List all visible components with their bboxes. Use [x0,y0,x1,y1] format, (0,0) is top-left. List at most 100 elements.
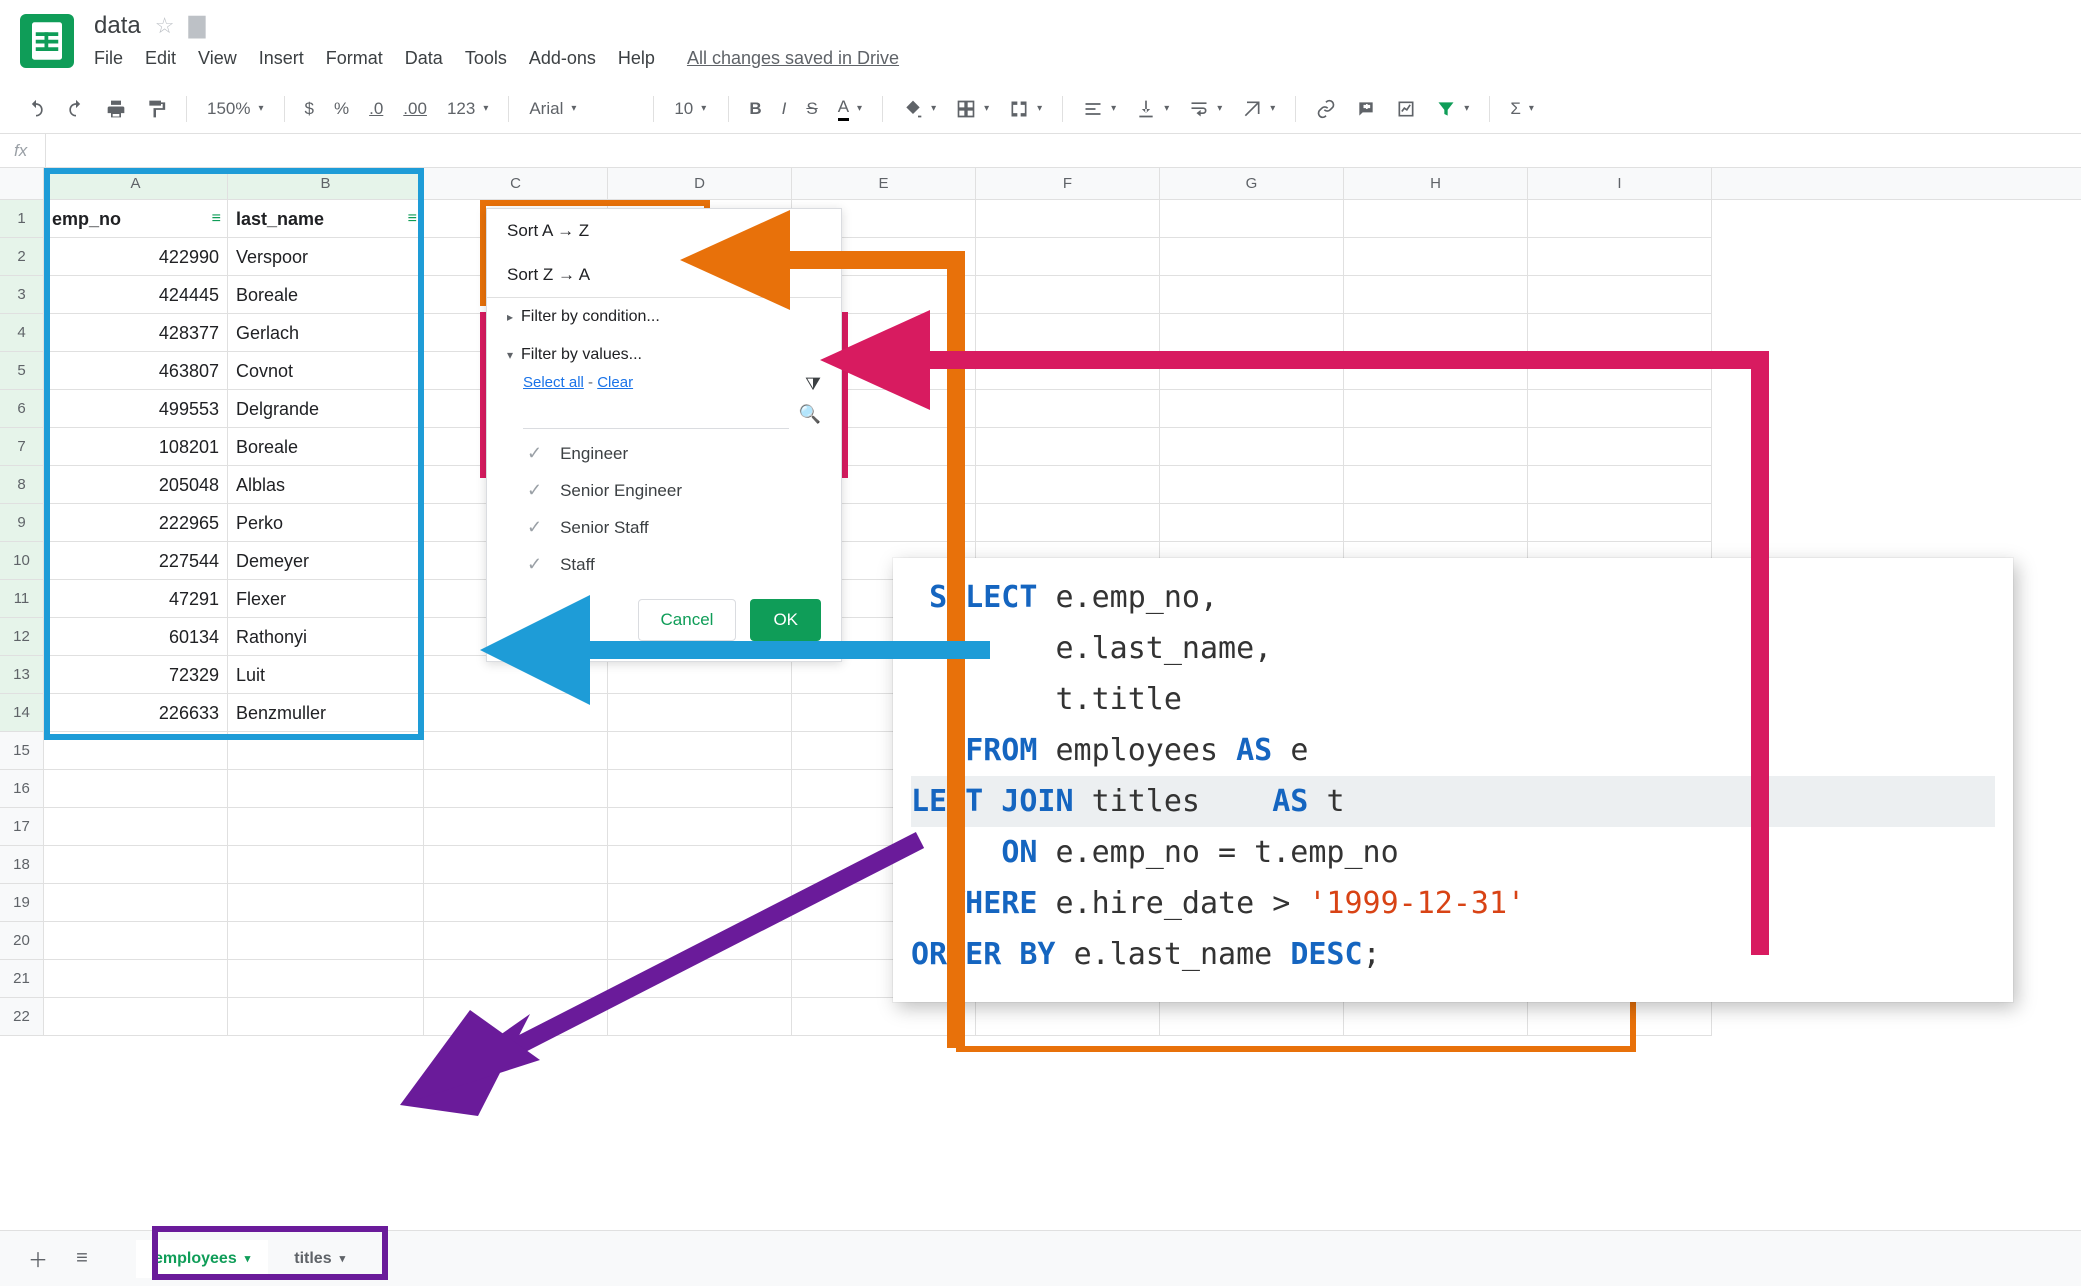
ok-button[interactable]: OK [750,599,821,641]
col-header-E[interactable]: E [792,168,976,199]
col-header-I[interactable]: I [1528,168,1712,199]
cell[interactable]: 463807 [44,352,228,390]
col-header-C[interactable]: C [424,168,608,199]
functions-button[interactable]: Σ [1502,95,1542,123]
cell[interactable]: Delgrande [228,390,424,428]
cell[interactable]: Flexer [228,580,424,618]
filter-by-values[interactable]: ▾Filter by values... [487,336,841,374]
cell[interactable] [44,998,228,1036]
cell[interactable] [424,808,608,846]
cell[interactable] [228,846,424,884]
cell[interactable] [44,922,228,960]
paint-format-button[interactable] [138,95,174,123]
cell[interactable]: Luit [228,656,424,694]
cell[interactable] [424,732,608,770]
row-header[interactable]: 8 [0,466,44,504]
cell[interactable] [1160,352,1344,390]
cell[interactable] [1160,390,1344,428]
cell[interactable] [1160,238,1344,276]
cell[interactable] [608,694,792,732]
row-header[interactable]: 14 [0,694,44,732]
cell[interactable]: 108201 [44,428,228,466]
cell[interactable]: Covnot [228,352,424,390]
text-color-button[interactable]: A [830,93,870,125]
cell[interactable] [1528,352,1712,390]
dec-decimal-button[interactable]: .0 [361,95,391,123]
cell[interactable]: Rathonyi [228,618,424,656]
cell[interactable]: Benzmuller [228,694,424,732]
row-header[interactable]: 2 [0,238,44,276]
row-header[interactable]: 6 [0,390,44,428]
filter-chip-icon[interactable]: ≡ [408,200,417,238]
cell[interactable] [608,808,792,846]
cell[interactable] [1160,200,1344,238]
cell[interactable]: Verspoor [228,238,424,276]
sort-a-z[interactable]: Sort A → Z [487,209,841,253]
cell[interactable]: Demeyer [228,542,424,580]
filter-by-condition[interactable]: ▸Filter by condition... [487,298,841,336]
cell[interactable]: 72329 [44,656,228,694]
cell[interactable] [1160,998,1344,1036]
bold-button[interactable]: B [741,95,769,123]
row-header[interactable]: 19 [0,884,44,922]
redo-button[interactable] [58,95,94,123]
cell[interactable] [1528,390,1712,428]
cell[interactable] [1160,428,1344,466]
cell[interactable]: Boreale [228,276,424,314]
cell[interactable] [1344,238,1528,276]
tab-employees[interactable]: employees▾ [136,1240,268,1278]
cell[interactable]: Gerlach [228,314,424,352]
percent-button[interactable]: % [326,95,357,123]
cell[interactable] [44,884,228,922]
cell[interactable]: emp_no≡ [44,200,228,238]
cell[interactable] [424,770,608,808]
filter-options-icon[interactable]: ⧩ [805,374,821,395]
cell[interactable] [1160,466,1344,504]
cell[interactable] [976,238,1160,276]
filter-value[interactable]: ✓Senior Staff [487,509,841,546]
cell[interactable] [976,390,1160,428]
merge-button[interactable] [1001,95,1050,123]
cell[interactable] [1344,998,1528,1036]
cell[interactable] [44,808,228,846]
row-header[interactable]: 15 [0,732,44,770]
cell[interactable] [1528,200,1712,238]
cell[interactable]: Boreale [228,428,424,466]
cell[interactable] [1344,466,1528,504]
cell[interactable] [424,960,608,998]
strike-button[interactable]: S [798,95,825,123]
row-header[interactable]: 22 [0,998,44,1036]
cell[interactable] [608,770,792,808]
formula-bar[interactable]: fx [0,134,2081,168]
cell[interactable] [44,846,228,884]
cell[interactable] [976,998,1160,1036]
cell[interactable] [1160,314,1344,352]
col-header-A[interactable]: A [44,168,228,199]
filter-select-all[interactable]: Select all [523,374,584,391]
sort-z-a[interactable]: Sort Z → A [487,253,841,297]
menu-file[interactable]: File [94,48,123,69]
row-header[interactable]: 20 [0,922,44,960]
cell[interactable] [1528,314,1712,352]
cell[interactable] [228,770,424,808]
row-header[interactable]: 7 [0,428,44,466]
cell[interactable] [228,998,424,1036]
font-dropdown[interactable]: Arial [521,95,641,123]
tab-titles[interactable]: titles▾ [276,1240,363,1278]
sheets-logo-icon[interactable] [20,14,74,68]
filter-value[interactable]: ✓Senior Engineer [487,472,841,509]
cell[interactable] [1344,200,1528,238]
cell[interactable]: 499553 [44,390,228,428]
chart-button[interactable] [1388,95,1424,123]
cell[interactable] [608,732,792,770]
row-header[interactable]: 16 [0,770,44,808]
row-header[interactable]: 12 [0,618,44,656]
menu-edit[interactable]: Edit [145,48,176,69]
cell[interactable]: 424445 [44,276,228,314]
cell[interactable] [976,314,1160,352]
zoom-dropdown[interactable]: 150% [199,95,272,123]
borders-button[interactable] [948,95,997,123]
search-icon[interactable]: 🔍 [799,404,821,425]
fontsize-dropdown[interactable]: 10 [666,95,716,123]
all-sheets-button[interactable]: ≡ [64,1241,100,1277]
